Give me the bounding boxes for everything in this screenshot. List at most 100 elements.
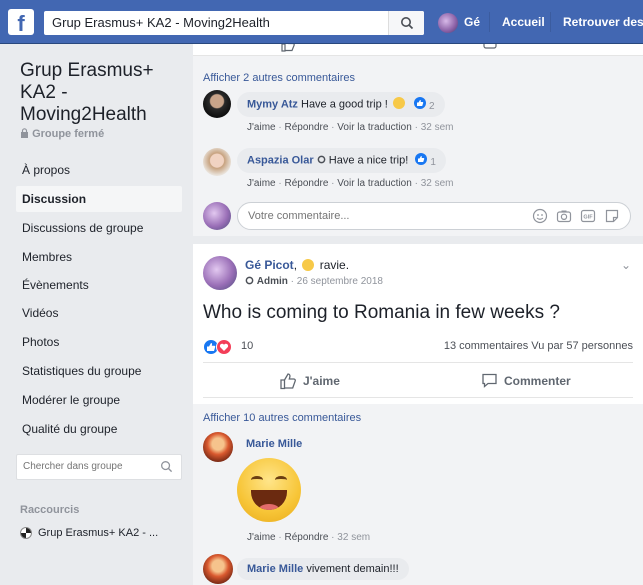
- comment-reaction-count: 1: [430, 157, 436, 168]
- smiley-emoji-icon: [392, 97, 405, 110]
- comment-text: Have a nice trip!: [328, 154, 409, 167]
- shortcut-label: Grup Erasmus+ KA2 - ...: [38, 527, 159, 539]
- feed-post: Gé Picot, ravie. Admin · 26 septembre 20…: [193, 244, 643, 585]
- commenter-avatar[interactable]: [203, 148, 231, 176]
- comment-text: Have a good trip !: [301, 98, 388, 111]
- author-avatar[interactable]: [203, 256, 237, 290]
- sidebar-item-photos[interactable]: Photos: [16, 329, 182, 355]
- commenter-name[interactable]: Marie Mille: [247, 563, 303, 575]
- emoji-mouth: [251, 490, 287, 510]
- emoji-icon[interactable]: [532, 208, 548, 224]
- profile-link[interactable]: Gé: [464, 15, 480, 29]
- sidebar-item-statistics[interactable]: Statistiques du groupe: [16, 358, 182, 384]
- sidebar-item-members[interactable]: Membres: [16, 244, 182, 270]
- facebook-logo-icon[interactable]: f: [8, 9, 34, 35]
- comment-button-label: Commenter: [504, 373, 571, 388]
- post-date[interactable]: 26 septembre 2018: [297, 276, 383, 287]
- commenter-name[interactable]: Marie Mille: [246, 438, 302, 450]
- sticker-icon[interactable]: [604, 208, 620, 224]
- laughing-emoji-sticker: [237, 458, 301, 522]
- reply-link[interactable]: Répondre: [284, 122, 328, 133]
- like-icon: [281, 44, 295, 52]
- settings-gear-icon: [317, 156, 326, 164]
- sidebar-item-about[interactable]: À propos: [16, 157, 182, 183]
- post-reactions-summary: 10 13 commentaires Vu par 57 personnes: [203, 338, 633, 356]
- lock-icon: [21, 128, 28, 138]
- like-comment-link[interactable]: J'aime: [247, 122, 276, 133]
- like-reaction-icon: [413, 97, 426, 109]
- group-search-input[interactable]: [23, 461, 153, 472]
- gif-icon[interactable]: GIF: [580, 208, 596, 224]
- group-type-label: Groupe fermé: [32, 128, 105, 140]
- composer-icons: GIF: [532, 208, 620, 224]
- commenter-avatar[interactable]: [203, 432, 233, 462]
- sidebar-item-events[interactable]: Évènements: [16, 272, 182, 298]
- user-avatar[interactable]: [438, 13, 458, 33]
- comment-reaction-count: 2: [429, 101, 435, 112]
- seen-by-count[interactable]: Vu par 57 personnes: [531, 340, 633, 352]
- shortcut-group-link[interactable]: Grup Erasmus+ KA2 - ...: [20, 527, 158, 539]
- group-search-box[interactable]: [16, 454, 182, 480]
- love-reaction-icon: [216, 339, 232, 355]
- author-role: Admin: [256, 276, 288, 287]
- global-search-box[interactable]: Grup Erasmus+ KA2 - Moving2Health: [44, 11, 424, 35]
- show-more-comments-link[interactable]: Afficher 10 autres commentaires: [203, 412, 361, 424]
- sidebar-item-discussion[interactable]: Discussion: [16, 186, 182, 212]
- search-button[interactable]: [388, 11, 424, 35]
- sidebar-item-group-discussions[interactable]: Discussions de groupe: [16, 215, 182, 241]
- comment-input-box[interactable]: GIF: [237, 202, 631, 230]
- comment-actions: J'aime · Répondre · 32 sem: [247, 532, 371, 543]
- commenter-name[interactable]: Aspazia Olar: [247, 154, 314, 166]
- see-translation-link[interactable]: Voir la traduction: [337, 178, 412, 189]
- post-body-text: Who is coming to Romania in few weeks ?: [203, 302, 560, 323]
- home-link[interactable]: Accueil: [502, 15, 545, 29]
- comment-time[interactable]: 32 sem: [421, 122, 454, 133]
- reply-link[interactable]: Répondre: [284, 178, 328, 189]
- comment-actions: J'aime · Répondre · Voir la traduction ·…: [247, 178, 454, 189]
- search-icon[interactable]: [160, 460, 173, 473]
- emoji-eye: [251, 476, 263, 484]
- svg-text:GIF: GIF: [583, 215, 593, 221]
- group-sidebar: Grup Erasmus+ KA2 - Moving2Health Groupe…: [0, 44, 192, 585]
- post-options-chevron-icon[interactable]: ⌄: [621, 258, 631, 272]
- comment-time[interactable]: 32 sem: [337, 532, 370, 543]
- find-friends-link[interactable]: Retrouver des a: [563, 15, 643, 29]
- comment-reactions[interactable]: 1: [415, 153, 436, 168]
- global-search-input[interactable]: Grup Erasmus+ KA2 - Moving2Health: [52, 15, 270, 30]
- comment-bubble: Marie Mille vivement demain!!!: [237, 558, 409, 580]
- comments-section: Afficher 2 autres commentaires Mymy Atz …: [193, 56, 643, 236]
- reply-link[interactable]: Répondre: [284, 532, 328, 543]
- like-reaction-icon: [415, 153, 428, 165]
- see-translation-link[interactable]: Voir la traduction: [337, 122, 412, 133]
- like-button[interactable]: J'aime: [279, 372, 340, 390]
- sidebar-item-quality[interactable]: Qualité du groupe: [16, 416, 182, 442]
- post-feeling: ravie.: [319, 258, 350, 272]
- camera-icon[interactable]: [556, 208, 572, 224]
- like-comment-link[interactable]: J'aime: [247, 532, 276, 543]
- post-author-name[interactable]: Gé Picot: [245, 258, 294, 272]
- sidebar-item-videos[interactable]: Vidéos: [16, 300, 182, 326]
- logo-letter: f: [17, 11, 25, 35]
- post-actions-bar: J'aime Commenter: [203, 362, 633, 398]
- comment-reactions[interactable]: 2: [413, 97, 435, 112]
- comment-button[interactable]: Commenter: [481, 372, 571, 389]
- comment-input[interactable]: [248, 210, 498, 222]
- comments-count-link[interactable]: 13 commentaires: [444, 340, 528, 352]
- commenter-avatar[interactable]: [203, 554, 233, 584]
- reaction-count[interactable]: 10: [241, 340, 253, 352]
- comment-icon: [483, 44, 497, 49]
- comment-bubble: Mymy Atz Have a good trip ! 2: [237, 92, 445, 117]
- group-title[interactable]: Grup Erasmus+ KA2 - Moving2Health: [20, 60, 185, 126]
- like-comment-link[interactable]: J'aime: [247, 178, 276, 189]
- soccer-ball-icon: [20, 527, 32, 539]
- comment-time[interactable]: 32 sem: [421, 178, 454, 189]
- comment-text: vivement demain!!!: [306, 563, 399, 575]
- show-more-comments-link[interactable]: Afficher 2 autres commentaires: [203, 72, 355, 84]
- comment-bubble: Aspazia Olar Have a nice trip! 1: [237, 148, 446, 173]
- commenter-avatar[interactable]: [203, 90, 231, 118]
- reaction-icons[interactable]: [203, 339, 232, 355]
- thumbs-up-icon: [280, 373, 296, 390]
- sidebar-item-moderate[interactable]: Modérer le groupe: [16, 387, 182, 413]
- commenter-name[interactable]: Mymy Atz: [247, 98, 298, 110]
- shortcuts-heading: Raccourcis: [20, 504, 80, 516]
